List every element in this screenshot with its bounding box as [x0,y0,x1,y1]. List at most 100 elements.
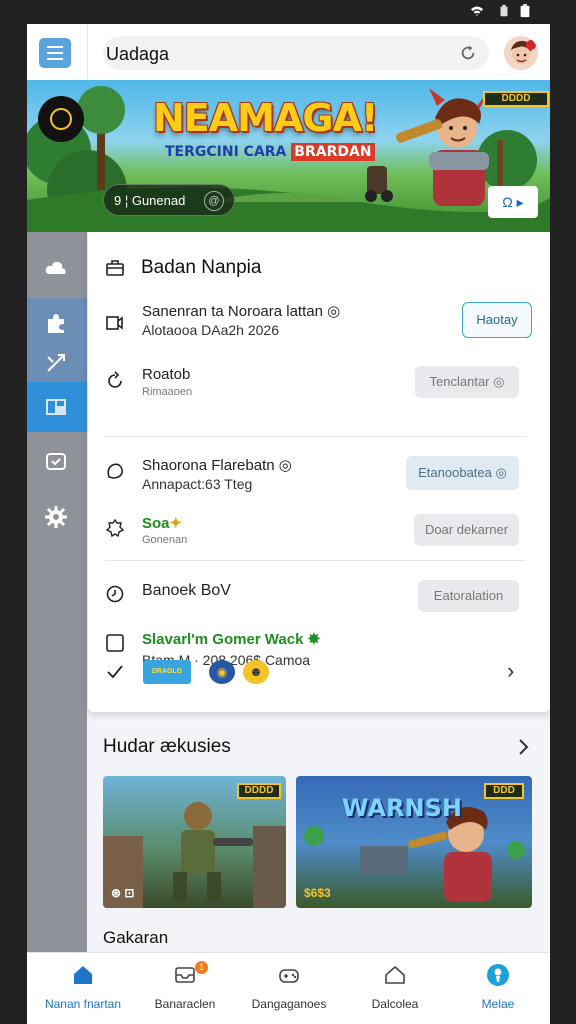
nav-item-home[interactable]: Nanan fnartan [31,953,135,1024]
grid-icon [46,399,66,415]
nav-item-inbox[interactable]: 1 Banaraclen [133,953,237,1024]
chip-a[interactable]: DRAGLG [143,660,191,684]
nav-label: Dangaganoes [251,997,327,1011]
banner-subtitle-b: BRARDAN [291,143,375,161]
banner-title: NEAMAGA! [153,96,378,140]
thumbnail-footer: ⊛ ⊡ [111,886,135,900]
battery-icon [520,4,530,18]
status-bar [0,0,576,24]
banner-subtitle: TERGCINI CARA BRARDAN [165,143,375,161]
chat-icon [46,453,66,470]
gear-icon [45,506,67,528]
app-window: Uadaga NEAMAGA! TERGCINI CARA BRARDAN DD… [27,24,550,1024]
card-title: Badan Nanpia [141,257,262,278]
action-button[interactable]: Tenclantar ◎ [415,366,519,398]
action-button[interactable]: Haotay [462,302,532,338]
bubble-icon [107,463,123,479]
list-item[interactable]: Roatob Rimaaoen Tenclantar ◎ [105,366,533,414]
search-input[interactable]: Uadaga [106,44,169,65]
split-arrow-icon [47,354,65,372]
row-subtitle: Annapact:63 Tteg [142,476,253,492]
sidebar-item-grid[interactable] [27,382,87,432]
banner-logo [38,96,84,142]
search-bar[interactable]: Uadaga [103,36,489,70]
check-icon [107,665,123,679]
content-card: Badan Nanpia Sanenran ta Noroara lattan … [88,232,550,712]
banner-action-button[interactable]: Ω ▸ [488,186,538,218]
list-item[interactable]: Sanenran ta Noroara lattan ◎ Alotaooa DA… [105,302,533,352]
row-subtitle: Alotaooa DAa2h 2026 [142,322,279,338]
sidebar [27,232,87,952]
game-controller-icon [279,969,299,983]
thumbnail-title: WARNSH [342,794,462,822]
row-title: Banoek BoV [142,582,231,599]
checkbox-icon[interactable] [105,633,125,653]
puzzle-icon [48,314,64,333]
battery-saver-icon [500,4,508,17]
banner-pill[interactable]: 9 ¦ Gunenad @ [103,184,235,216]
bottom-navigation: Nanan fnartan 1 Banaraclen Dangaganoes D… [27,952,550,1024]
chevron-right-icon[interactable] [517,737,531,757]
home-icon [74,966,92,984]
menu-button[interactable] [39,38,71,68]
briefcase-icon [106,260,124,276]
action-button[interactable]: Etanoobatea ◎ [406,456,519,490]
chip-b[interactable]: ◉ [209,660,235,684]
speaker-icon [106,316,123,330]
avatar-face-icon [511,40,536,64]
chip-c[interactable]: ☻ [243,660,269,684]
game-thumbnail[interactable]: DDDD ⊛ ⊡ [103,776,286,908]
profile-icon [487,964,509,986]
nav-label: Melae [481,997,515,1011]
sidebar-item-settings[interactable] [27,492,87,542]
banner-subtitle-a: TERGCINI CARA [165,144,287,160]
game-thumbnail[interactable]: WARNSH DDD $6$3 [296,776,532,908]
inbox-icon [175,967,195,983]
thumbnail-footer: $6$3 [304,886,331,900]
wifi-icon [470,6,484,17]
row-title: Soa✦ [142,515,183,532]
clock-icon [106,585,124,603]
divider [87,24,88,80]
sidebar-item-split[interactable] [27,338,87,388]
row-title: Sanenran ta Noroara lattan ◎ [142,303,341,320]
nav-item-games[interactable]: Dangaganoes [237,953,341,1024]
row-subtitle: Gonenan [142,534,188,546]
notification-badge: 1 [195,961,208,974]
chip-row: DRAGLG ◉ ☻ › [105,656,533,688]
row-title: Roatob [142,366,191,383]
action-button[interactable]: Eatoralation [418,580,519,612]
promo-banner[interactable]: NEAMAGA! TERGCINI CARA BRARDAN DDDD 9 ¦ … [27,80,550,232]
rotate-icon [108,371,122,388]
sidebar-item-cloud[interactable] [27,244,87,294]
list-item[interactable]: Shaorona Flarebatn ◎ Annapact:63 Tteg Et… [105,456,533,496]
top-bar: Uadaga [27,24,550,80]
thumbnail-tag: DDDD [237,783,281,799]
list-item[interactable]: Banoek BoV Eatoralation [105,580,533,614]
cloud-icon [45,261,66,274]
banner-pill-text: 9 ¦ Gunenad [114,193,186,208]
section-title: Gakaran [103,928,169,947]
house-outline-icon [385,965,405,984]
avatar[interactable] [504,36,538,70]
badge-icon [105,518,125,538]
divider [105,560,525,561]
banner-tag: DDDD [483,91,549,107]
banner-pill-badge: @ [204,191,224,211]
section-title: Hudar ækusies [103,736,231,757]
row-title: Slavarl'm Gomer Wack ✸ [142,631,321,648]
list-item[interactable]: Soa✦ Gonenan Doar dekarner [105,514,533,554]
action-button[interactable]: Doar dekarner [414,514,519,546]
divider [105,436,525,437]
nav-item-profile[interactable]: Melae [446,953,550,1024]
thumbnail-tag: DDD [484,783,524,799]
nav-label: Banaraclen [154,997,216,1011]
reload-icon[interactable] [459,44,477,62]
chevron-right-icon[interactable]: › [507,658,514,684]
row-subtitle: Rimaaoen [142,386,193,398]
nav-label: Dalcolea [371,997,419,1011]
nav-item-house[interactable]: Dalcolea [343,953,447,1024]
nav-label: Nanan fnartan [44,997,122,1011]
sidebar-item-chat[interactable] [27,438,87,488]
row-title: Shaorona Flarebatn ◎ [142,457,292,474]
